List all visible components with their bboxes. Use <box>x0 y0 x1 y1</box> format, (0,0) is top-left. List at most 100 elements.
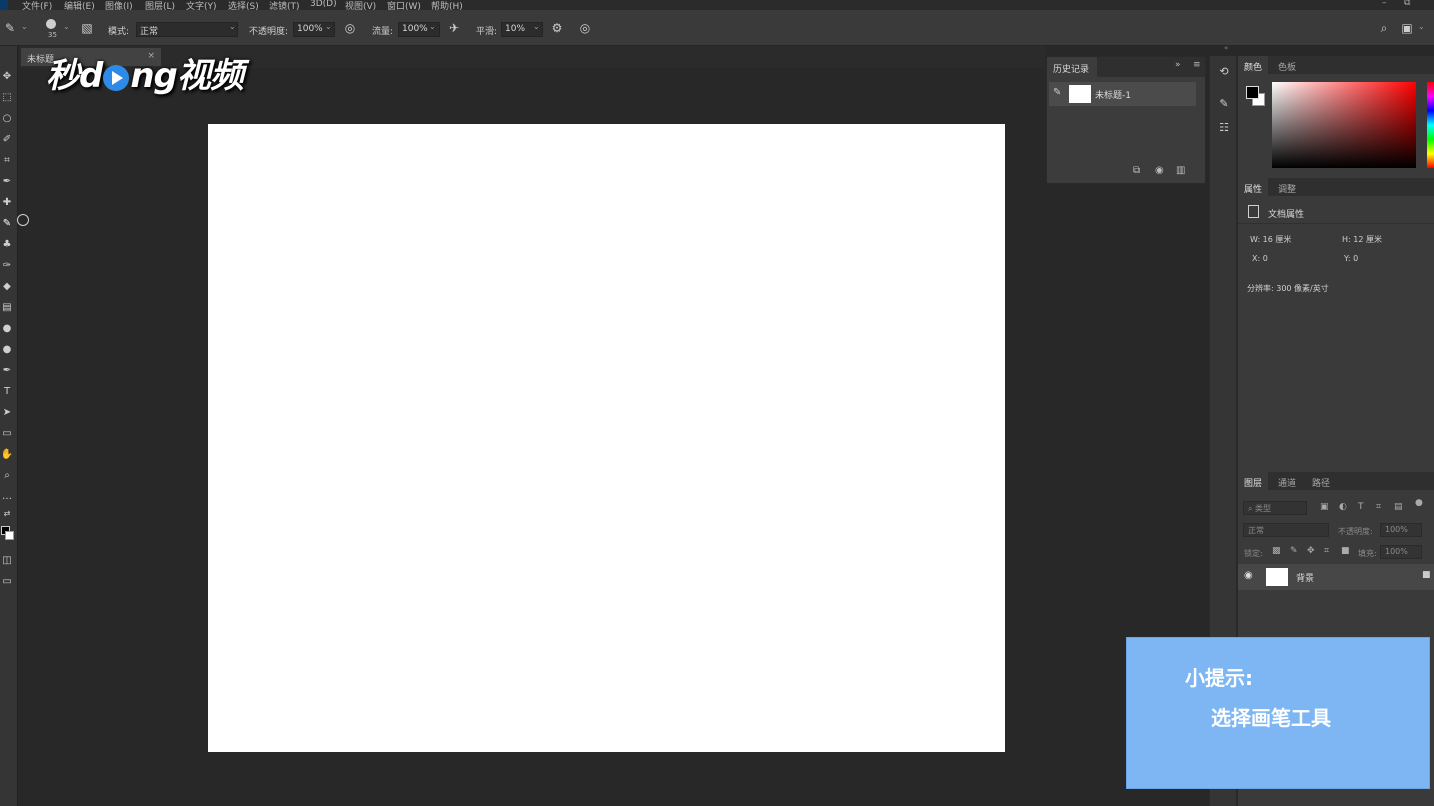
opacity-chevron-icon[interactable]: ⌄ <box>325 22 332 31</box>
hue-slider[interactable] <box>1427 82 1434 168</box>
history-panel-icon[interactable]: ⟲ <box>1216 64 1232 80</box>
brush-picker-chevron-icon[interactable]: ⌄ <box>63 22 70 31</box>
menu-3d[interactable]: 3D(D) <box>310 0 337 9</box>
menu-edit[interactable]: 编辑(E) <box>64 0 95 10</box>
filter-adjustment-icon[interactable]: ◐ <box>1339 502 1347 512</box>
pressure-size-icon[interactable]: ◎ <box>578 21 592 35</box>
menu-filter[interactable]: 滤镜(T) <box>269 0 300 10</box>
lasso-tool-icon[interactable]: ○ <box>0 112 14 126</box>
gradient-tool-icon[interactable]: ▤ <box>0 301 14 315</box>
path-select-tool-icon[interactable]: ➤ <box>0 406 14 420</box>
tab-swatches[interactable]: 色板 <box>1272 56 1302 74</box>
brush-preview-icon[interactable] <box>46 19 56 29</box>
menu-image[interactable]: 图像(I) <box>105 0 133 10</box>
workspace-icon[interactable]: ▣ <box>1400 21 1414 35</box>
layer-filter-input[interactable]: ⌕ 类型 <box>1243 501 1307 515</box>
lock-artboard-icon[interactable]: ⌗ <box>1324 546 1329 556</box>
eyedropper-tool-icon[interactable]: ✒ <box>0 175 14 189</box>
brush-settings-icon[interactable]: ✎ <box>1216 96 1232 112</box>
x-value[interactable]: X: 0 <box>1252 254 1268 263</box>
trash-icon[interactable]: ▥ <box>1176 165 1185 176</box>
rectangle-tool-icon[interactable]: ▭ <box>0 427 14 441</box>
filter-shape-icon[interactable]: ⌗ <box>1376 502 1381 512</box>
move-tool-icon[interactable]: ✥ <box>0 70 14 84</box>
brush-tool-icon[interactable]: ✎ <box>3 21 17 35</box>
height-value[interactable]: H: 12 厘米 <box>1342 234 1382 245</box>
airbrush-icon[interactable]: ✈ <box>447 21 461 35</box>
quick-select-tool-icon[interactable]: ✐ <box>0 133 14 147</box>
menu-window[interactable]: 窗口(W) <box>387 0 421 10</box>
eye-icon[interactable]: ◉ <box>1244 570 1253 581</box>
tab-adjustments[interactable]: 调整 <box>1272 178 1302 196</box>
filter-toggle-icon[interactable]: ● <box>1415 498 1423 508</box>
history-snapshot-row[interactable]: ✎ 未标题-1 <box>1049 82 1196 106</box>
expand-panel-icon[interactable]: » <box>1175 60 1181 70</box>
minimize-icon[interactable]: – <box>1382 0 1387 8</box>
screen-mode-icon[interactable]: ▭ <box>0 575 14 589</box>
clone-stamp-tool-icon[interactable]: ♣ <box>0 238 14 252</box>
layer-name[interactable]: 背景 <box>1296 571 1314 584</box>
filter-pixel-icon[interactable]: ▣ <box>1320 502 1329 512</box>
crop-tool-icon[interactable]: ⌗ <box>0 154 14 168</box>
workspace-chevron-icon[interactable]: ⌄ <box>1418 22 1425 31</box>
layer-opacity-input[interactable]: 100% <box>1380 523 1422 537</box>
new-document-from-state-icon[interactable]: ⧉ <box>1133 165 1140 176</box>
restore-icon[interactable]: ⧉ <box>1404 0 1410 8</box>
tab-layers[interactable]: 图层 <box>1238 472 1269 490</box>
menu-layer[interactable]: 图层(L) <box>145 0 175 10</box>
collapse-panels-icon[interactable]: « <box>1224 44 1228 52</box>
mode-select[interactable]: 正常 <box>136 22 238 37</box>
filter-type-icon[interactable]: T <box>1358 502 1364 512</box>
tab-paths[interactable]: 路径 <box>1306 472 1336 490</box>
y-value[interactable]: Y: 0 <box>1344 254 1358 263</box>
width-value[interactable]: W: 16 厘米 <box>1250 234 1291 245</box>
tool-preset-chevron-icon[interactable]: ⌄ <box>21 22 28 31</box>
history-brush-icon[interactable]: ✎ <box>1053 87 1061 98</box>
pen-tool-icon[interactable]: ✒ <box>0 364 14 378</box>
lock-all-icon[interactable]: ■ <box>1341 546 1350 556</box>
camera-icon[interactable]: ◉ <box>1155 165 1164 176</box>
mode-chevron-icon[interactable]: ⌄ <box>229 22 236 31</box>
zoom-tool-icon[interactable]: ⌕ <box>0 469 14 483</box>
history-brush-tool-icon[interactable]: ✑ <box>0 259 14 273</box>
tab-properties[interactable]: 属性 <box>1238 178 1269 196</box>
layer-row[interactable]: ◉ 背景 ■ <box>1238 564 1434 590</box>
eraser-tool-icon[interactable]: ◆ <box>0 280 14 294</box>
brush-panel-toggle-icon[interactable]: ▧ <box>80 21 94 35</box>
background-color-swatch[interactable] <box>5 531 14 540</box>
smoothing-chevron-icon[interactable]: ⌄ <box>533 22 540 31</box>
tab-history[interactable]: 历史记录 <box>1047 57 1097 77</box>
tab-color[interactable]: 颜色 <box>1238 56 1269 74</box>
panel-menu-icon[interactable]: ≡ <box>1193 60 1201 70</box>
filter-smart-object-icon[interactable]: ▤ <box>1394 502 1403 512</box>
lock-transparent-icon[interactable]: ▩ <box>1272 546 1281 556</box>
lock-position-icon[interactable]: ✥ <box>1307 546 1315 556</box>
menu-file[interactable]: 文件(F) <box>22 0 52 10</box>
brush-tool-icon[interactable]: ✎ <box>0 217 14 231</box>
lock-pixels-icon[interactable]: ✎ <box>1290 546 1298 556</box>
type-tool-icon[interactable]: T <box>0 385 14 399</box>
more-tools-icon[interactable]: … <box>0 490 14 504</box>
pressure-opacity-icon[interactable]: ◎ <box>343 21 357 35</box>
fill-input[interactable]: 100% <box>1380 545 1422 559</box>
dodge-tool-icon[interactable]: ● <box>0 343 14 357</box>
menu-type[interactable]: 文字(Y) <box>186 0 217 10</box>
flow-chevron-icon[interactable]: ⌄ <box>429 22 436 31</box>
menu-view[interactable]: 视图(V) <box>345 0 376 10</box>
menu-select[interactable]: 选择(S) <box>228 0 259 10</box>
marquee-tool-icon[interactable]: ⬚ <box>0 91 14 105</box>
search-icon[interactable]: ⌕ <box>1377 21 1391 35</box>
tab-channels[interactable]: 通道 <box>1272 472 1302 490</box>
swap-colors-icon[interactable]: ⇄ <box>0 507 14 521</box>
hand-tool-icon[interactable]: ✋ <box>0 448 14 462</box>
quick-mask-icon[interactable]: ◫ <box>0 554 14 568</box>
healing-brush-tool-icon[interactable]: ✚ <box>0 196 14 210</box>
color-picker-field[interactable] <box>1272 82 1416 168</box>
blur-tool-icon[interactable]: ● <box>0 322 14 336</box>
document-canvas[interactable] <box>208 124 1005 752</box>
adjustments-icon[interactable]: ☷ <box>1216 120 1232 136</box>
gear-icon[interactable]: ⚙ <box>550 21 564 35</box>
foreground-color-chip[interactable] <box>1246 86 1259 99</box>
layer-blend-mode-select[interactable]: 正常 <box>1243 523 1329 537</box>
menu-help[interactable]: 帮助(H) <box>431 0 463 10</box>
